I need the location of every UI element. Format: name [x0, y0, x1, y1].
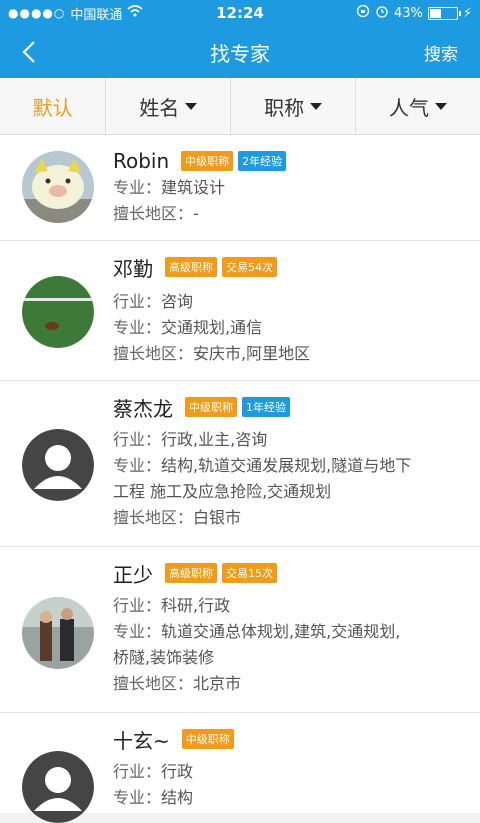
expert-list: Robin 中级职称 2年经验 专业：建筑设计 擅长地区：- 邓勤 高级职称 交…	[0, 135, 480, 823]
expert-name: 正少	[113, 562, 153, 587]
expert-name: 十玄~	[113, 728, 170, 753]
default-avatar-icon	[22, 429, 94, 501]
region-line: 擅长地区：北京市	[113, 671, 470, 697]
deal-count-badge: 交易54次	[222, 257, 277, 277]
title-badge: 中级职称	[181, 729, 234, 749]
specialty-line: 专业：结构	[113, 785, 470, 811]
filter-default[interactable]: 默认	[0, 78, 107, 134]
expert-info: 邓勤 高级职称 交易54次 行业：咨询 专业：交通规划,通信 擅长地区：安庆市,…	[113, 253, 470, 367]
line-label: 行业：	[113, 596, 162, 615]
expert-info: 正少 高级职称 交易15次 行业：科研,行政 专业：轨道交通总体规划,建筑,交通…	[113, 559, 470, 697]
caret-down-icon	[185, 102, 198, 110]
industry-line: 行业：科研,行政	[113, 593, 470, 619]
line-label: 擅长地区：	[113, 344, 194, 363]
expert-card[interactable]: 十玄~ 中级职称 行业：行政 专业：结构	[0, 713, 480, 823]
line-label: 行业：	[113, 292, 162, 311]
line-value: 北京市	[193, 674, 242, 693]
avatar	[22, 597, 94, 669]
title-badge: 中级职称	[185, 397, 237, 417]
default-avatar-icon	[22, 751, 94, 823]
deal-count-badge: 交易15次	[222, 563, 277, 583]
expert-info: 蔡杰龙 中级职称 1年经验 行业：行政,业主,咨询 专业：结构,轨道交通发展规划…	[113, 393, 470, 531]
expert-card[interactable]: 正少 高级职称 交易15次 行业：科研,行政 专业：轨道交通总体规划,建筑,交通…	[0, 547, 480, 713]
line-value: -	[193, 204, 199, 223]
expert-card[interactable]: 蔡杰龙 中级职称 1年经验 行业：行政,业主,咨询 专业：结构,轨道交通发展规划…	[0, 381, 480, 547]
specialty-line-cont: 工程 施工及应急抢险,交通规划	[113, 479, 470, 505]
line-value: 建筑设计	[161, 178, 226, 197]
avatar	[22, 276, 94, 348]
experience-badge: 1年经验	[242, 397, 290, 417]
line-label: 专业：	[113, 318, 162, 337]
line-value: 交通规划,通信	[161, 318, 263, 337]
line-value: 咨询	[161, 292, 194, 311]
expert-name: 邓勤	[113, 256, 153, 281]
line-label: 擅长地区：	[113, 508, 194, 527]
title-badge: 高级职称	[165, 257, 217, 277]
line-value: 工程 施工及应急抢险,交通规划	[113, 482, 332, 501]
line-value: 行政,业主,咨询	[161, 430, 268, 449]
line-label: 行业：	[113, 762, 162, 781]
specialty-line: 专业：建筑设计	[113, 175, 470, 201]
specialty-line: 专业：交通规划,通信	[113, 315, 470, 341]
specialty-line: 专业：结构,轨道交通发展规划,隧道与地下	[113, 453, 470, 479]
region-line: 擅长地区：-	[113, 201, 470, 227]
specialty-line-cont: 桥隧,装饰装修	[113, 645, 470, 671]
filter-label: 姓名	[139, 95, 180, 120]
filter-name[interactable]: 姓名	[106, 78, 232, 134]
line-label: 行业：	[113, 430, 162, 449]
caret-down-icon	[435, 102, 448, 110]
line-value: 桥隧,装饰装修	[113, 648, 215, 667]
industry-line: 行业：行政	[113, 759, 470, 785]
line-label: 专业：	[113, 178, 162, 197]
avatar	[22, 429, 94, 501]
line-value: 白银市	[193, 508, 242, 527]
avatar	[22, 751, 94, 823]
line-label: 专业：	[113, 622, 162, 641]
line-label: 擅长地区：	[113, 204, 194, 223]
line-value: 结构,轨道交通发展规划,隧道与地下	[161, 456, 412, 475]
title-badge: 高级职称	[165, 563, 217, 583]
region-line: 擅长地区：白银市	[113, 505, 470, 531]
nav-bar: 找专家 搜索	[0, 26, 480, 78]
clock: 12:24	[216, 4, 264, 22]
back-button[interactable]	[22, 36, 62, 68]
region-line: 擅长地区：安庆市,阿里地区	[113, 341, 470, 367]
line-value: 轨道交通总体规划,建筑,交通规划,	[161, 622, 401, 641]
expert-name: 蔡杰龙	[113, 396, 173, 421]
line-label: 专业：	[113, 788, 162, 807]
specialty-line: 专业：轨道交通总体规划,建筑,交通规划,	[113, 619, 470, 645]
search-button[interactable]: 搜索	[424, 40, 458, 65]
filter-label: 人气	[389, 95, 430, 120]
line-value: 安庆市,阿里地区	[193, 344, 311, 363]
title-badge: 中级职称	[181, 151, 234, 171]
industry-line: 行业：行政,业主,咨询	[113, 427, 470, 453]
filter-label: 职称	[264, 95, 305, 120]
expert-card[interactable]: Robin 中级职称 2年经验 专业：建筑设计 擅长地区：-	[0, 135, 480, 241]
expert-card[interactable]: 邓勤 高级职称 交易54次 行业：咨询 专业：交通规划,通信 擅长地区：安庆市,…	[0, 241, 480, 381]
chevron-left-icon	[22, 41, 35, 63]
line-value: 结构	[161, 788, 194, 807]
line-label: 专业：	[113, 456, 162, 475]
line-label: 擅长地区：	[113, 674, 194, 693]
caret-down-icon	[310, 102, 323, 110]
expert-info: Robin 中级职称 2年经验 专业：建筑设计 擅长地区：-	[113, 147, 470, 227]
page-title: 找专家	[210, 41, 270, 66]
filter-title[interactable]: 职称	[231, 78, 357, 134]
filter-label: 默认	[32, 95, 73, 120]
app-header: ●●●●○ 中国联通 43% ⚡ 12:24 找专家 搜索	[0, 0, 480, 78]
expert-info: 十玄~ 中级职称 行业：行政 专业：结构	[113, 725, 470, 811]
industry-line: 行业：咨询	[113, 289, 470, 315]
experience-badge: 2年经验	[238, 151, 287, 171]
avatar	[22, 151, 94, 223]
filter-bar: 默认 姓名 职称 人气	[0, 78, 480, 135]
filter-popularity[interactable]: 人气	[356, 78, 480, 134]
expert-name: Robin	[113, 149, 170, 173]
line-value: 科研,行政	[161, 596, 231, 615]
line-value: 行政	[161, 762, 194, 781]
